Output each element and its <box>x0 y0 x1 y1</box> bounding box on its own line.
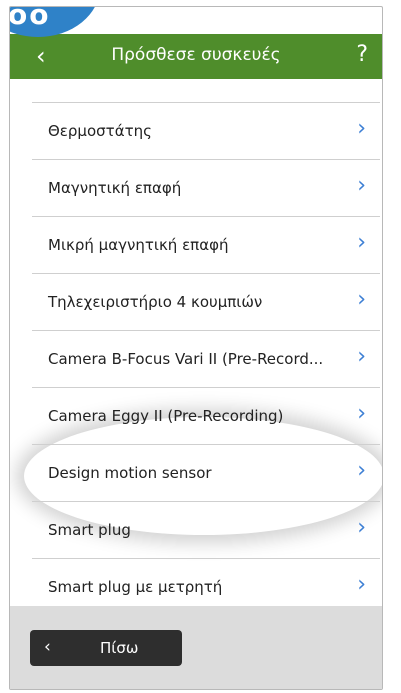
list-item-label: Τηλεχειριστήριο 4 κουμπιών <box>48 293 263 311</box>
chevron-right-icon: › <box>357 287 366 312</box>
list-item-label: Μικρή μαγνητική επαφή <box>48 236 229 254</box>
chevron-right-icon: › <box>357 401 366 426</box>
list-item[interactable]: Τηλεχειριστήριο 4 κουμπιών › <box>32 273 380 330</box>
page-title: Πρόσθεσε συσκευές <box>111 45 281 65</box>
chevron-right-icon: › <box>357 572 366 597</box>
list-item-label: Camera B-Focus Vari II (Pre-Record... <box>48 350 324 368</box>
list-item[interactable]: Θερμοστάτης › <box>32 102 380 159</box>
chevron-right-icon: › <box>357 173 366 198</box>
list-item-highlighted[interactable]: Design motion sensor › <box>32 444 380 501</box>
chevron-left-icon: ‹ <box>44 637 51 657</box>
list-item-label: Θερμοστάτης <box>48 122 152 140</box>
list-item-label: Smart plug με μετρητή <box>48 578 223 596</box>
list-item[interactable]: Camera B-Focus Vari II (Pre-Record... › <box>32 330 380 387</box>
list-item-label: Camera Eggy II (Pre-Recording) <box>48 407 284 425</box>
list-item[interactable]: Μικρή μαγνητική επαφή › <box>32 216 380 273</box>
list-item-label: Μαγνητική επαφή <box>48 179 182 197</box>
app-header: ‹ Πρόσθεσε συσκευές ? <box>10 34 382 79</box>
chevron-right-icon: › <box>357 230 366 255</box>
list-item[interactable]: Camera Eggy II (Pre-Recording) › <box>32 387 380 444</box>
device-list: Θερμοστάτης › Μαγνητική επαφή › Μικρή μα… <box>32 102 380 615</box>
chevron-right-icon: › <box>357 458 366 483</box>
footer-bar: ‹ Πίσω <box>10 606 382 689</box>
back-button-label: Πίσω <box>100 639 139 657</box>
chevron-right-icon: › <box>357 344 366 369</box>
list-item-label: Design motion sensor <box>48 464 212 482</box>
chevron-right-icon: › <box>357 515 366 540</box>
device-add-screen: oo ‹ Πρόσθεσε συσκευές ? Θερμοστάτης › Μ… <box>9 6 383 690</box>
back-button[interactable]: ‹ Πίσω <box>30 630 182 666</box>
list-item[interactable]: Μαγνητική επαφή › <box>32 159 380 216</box>
list-item-label: Smart plug <box>48 521 131 539</box>
help-icon[interactable]: ? <box>356 42 368 67</box>
list-item[interactable]: Smart plug › <box>32 501 380 558</box>
chevron-right-icon: › <box>357 116 366 141</box>
corner-badge-text: oo <box>9 6 51 31</box>
